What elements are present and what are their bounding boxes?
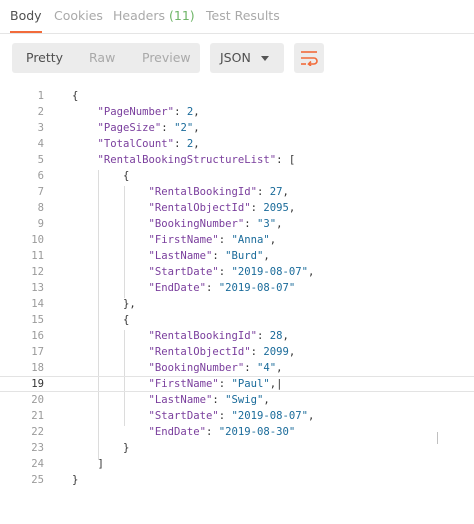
line-number: 23 <box>31 442 44 454</box>
line-number: 7 <box>37 186 44 198</box>
code-text: "RentalBookingId": 28, <box>148 330 289 342</box>
code-text: "RentalObjectId": 2095, <box>148 202 296 214</box>
code-text: "PageNumber": 2, <box>97 106 200 118</box>
code-text: { <box>72 314 130 326</box>
line-number: 10 <box>31 234 44 246</box>
code-text: "BookingNumber": "3", <box>148 218 283 230</box>
code-line: 21 "StartDate": "2019-08-07", <box>0 408 474 424</box>
code-line: 20 "LastName": "Swig", <box>0 392 474 408</box>
code-line: 12 "StartDate": "2019-08-07", <box>0 264 474 280</box>
code-line: 14 }, <box>0 296 474 312</box>
line-number: 24 <box>31 458 44 470</box>
text-cursor-icon <box>437 432 438 444</box>
tab-test-results[interactable]: Test Results <box>206 0 280 33</box>
code-line: 11 "LastName": "Burd", <box>0 248 474 264</box>
code-text: "TotalCount": 2, <box>97 138 200 150</box>
code-line: 7 "RentalBookingId": 27, <box>0 184 474 200</box>
code-text: } <box>72 474 79 486</box>
view-mode-group: Pretty Raw Preview <box>12 43 200 73</box>
code-text: "FirstName": "Anna", <box>148 234 277 246</box>
code-line: 16 "RentalBookingId": 28, <box>0 328 474 344</box>
code-line: 4 "TotalCount": 2, <box>0 136 474 152</box>
code-text: } <box>72 442 130 454</box>
tab-body[interactable]: Body <box>10 0 42 33</box>
line-number: 15 <box>31 314 44 326</box>
code-line: 18 "BookingNumber": "4", <box>0 360 474 376</box>
code-text: "EndDate": "2019-08-30" <box>148 426 296 438</box>
code-line: 13 "EndDate": "2019-08-07" <box>0 280 474 296</box>
code-line: 25} <box>0 472 474 488</box>
code-text: "BookingNumber": "4", <box>148 362 283 374</box>
code-line: 17 "RentalObjectId": 2099, <box>0 344 474 360</box>
line-number: 16 <box>31 330 44 342</box>
code-text: "RentalObjectId": 2099, <box>148 346 296 358</box>
preview-button[interactable]: Preview <box>142 43 191 73</box>
code-text: ] <box>72 458 104 470</box>
line-number: 8 <box>37 202 44 214</box>
line-number: 19 <box>31 378 44 390</box>
code-text: "FirstName": "Paul",| <box>148 378 283 390</box>
code-line: 1{ <box>0 88 474 104</box>
code-text: }, <box>72 298 136 310</box>
line-number: 21 <box>31 410 44 422</box>
code-line: 24 ] <box>0 456 474 472</box>
response-tabs: Body Cookies Headers (11) Test Results <box>0 0 474 34</box>
code-text: { <box>72 90 79 102</box>
code-text: "RentalBookingStructureList": [ <box>97 154 296 166</box>
tab-cookies[interactable]: Cookies <box>54 0 103 33</box>
tab-headers-count: (11) <box>169 8 195 23</box>
code-text: "PageSize": "2", <box>97 122 200 134</box>
code-text: "StartDate": "2019-08-07", <box>148 410 315 422</box>
code-text: { <box>72 170 130 182</box>
tab-headers[interactable]: Headers (11) <box>113 0 195 33</box>
line-number: 14 <box>31 298 44 310</box>
code-line: 5 "RentalBookingStructureList": [ <box>0 152 474 168</box>
line-number: 22 <box>31 426 44 438</box>
pretty-button[interactable]: Pretty <box>26 43 63 73</box>
code-line: 3 "PageSize": "2", <box>0 120 474 136</box>
code-line: 23 } <box>0 440 474 456</box>
format-select-value: JSON <box>220 50 251 65</box>
line-number: 4 <box>37 138 44 150</box>
caret-down-icon <box>261 56 269 61</box>
code-line: 19 "FirstName": "Paul",| <box>0 376 474 392</box>
code-line: 6 { <box>0 168 474 184</box>
wrap-lines-icon <box>301 51 318 66</box>
raw-button[interactable]: Raw <box>89 43 115 73</box>
code-line: 2 "PageNumber": 2, <box>0 104 474 120</box>
line-number: 2 <box>37 106 44 118</box>
line-number: 18 <box>31 362 44 374</box>
code-line: 15 { <box>0 312 474 328</box>
line-number: 25 <box>31 474 44 486</box>
code-line: 9 "BookingNumber": "3", <box>0 216 474 232</box>
code-line: 8 "RentalObjectId": 2095, <box>0 200 474 216</box>
code-line: 10 "FirstName": "Anna", <box>0 232 474 248</box>
line-number: 12 <box>31 266 44 278</box>
line-number: 9 <box>37 218 44 230</box>
line-number: 5 <box>37 154 44 166</box>
response-body-editor[interactable]: 1{2 "PageNumber": 2, 3 "PageSize": "2", 4 … <box>0 82 474 524</box>
code-text: "EndDate": "2019-08-07" <box>148 282 296 294</box>
line-number: 20 <box>31 394 44 406</box>
line-number: 3 <box>37 122 44 134</box>
line-number: 17 <box>31 346 44 358</box>
format-select[interactable]: JSON <box>210 43 284 73</box>
code-text: "LastName": "Burd", <box>148 250 270 262</box>
wrap-lines-button[interactable] <box>294 43 324 73</box>
line-number: 11 <box>31 250 44 262</box>
code-text: "LastName": "Swig", <box>148 394 270 406</box>
line-number: 13 <box>31 282 44 294</box>
line-number: 6 <box>37 170 44 182</box>
code-text: "RentalBookingId": 27, <box>148 186 289 198</box>
code-line: 22 "EndDate": "2019-08-30" <box>0 424 474 440</box>
code-text: "StartDate": "2019-08-07", <box>148 266 315 278</box>
tab-headers-label: Headers <box>113 8 166 23</box>
line-number: 1 <box>37 90 44 102</box>
